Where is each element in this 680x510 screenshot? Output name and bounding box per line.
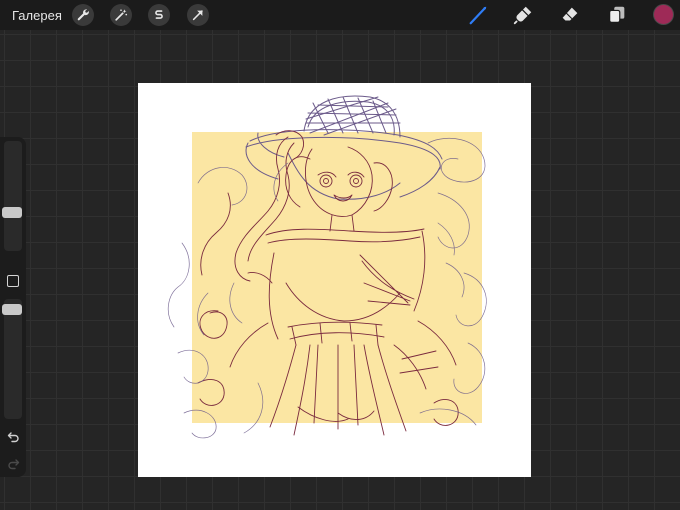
s-selection-icon bbox=[155, 10, 163, 19]
drawing-canvas[interactable] bbox=[138, 83, 531, 477]
brush-size-slider-thumb[interactable] bbox=[2, 207, 22, 219]
opacity-slider-thumb[interactable] bbox=[2, 304, 22, 316]
selection-button[interactable] bbox=[148, 4, 170, 26]
arrow-cursor-icon bbox=[192, 10, 203, 21]
procreate-app: Галерея bbox=[0, 0, 680, 510]
redo-icon bbox=[7, 459, 19, 470]
brush-tool-button[interactable] bbox=[466, 4, 490, 26]
smudge-icon bbox=[513, 6, 532, 25]
gallery-button[interactable]: Галерея bbox=[12, 8, 62, 23]
redo-button[interactable] bbox=[5, 457, 21, 471]
eraser-tool-button[interactable] bbox=[558, 4, 582, 26]
layers-icon bbox=[609, 6, 625, 23]
left-sidebar bbox=[0, 137, 26, 477]
adjustments-button[interactable] bbox=[110, 4, 132, 26]
sketch-artwork bbox=[167, 95, 487, 439]
actions-button[interactable] bbox=[72, 4, 94, 26]
layers-button[interactable] bbox=[605, 4, 629, 26]
brush-icon bbox=[469, 6, 487, 25]
undo-icon bbox=[7, 432, 19, 443]
undo-button[interactable] bbox=[5, 430, 21, 444]
color-picker-button[interactable] bbox=[654, 5, 673, 24]
top-toolbar: Галерея bbox=[0, 0, 680, 30]
magic-wand-icon bbox=[115, 9, 128, 21]
wrench-icon bbox=[77, 9, 89, 21]
brush-size-slider[interactable] bbox=[4, 141, 22, 251]
opacity-slider[interactable] bbox=[4, 299, 22, 419]
smudge-tool-button[interactable] bbox=[511, 4, 535, 26]
eraser-icon bbox=[562, 7, 578, 21]
transform-button[interactable] bbox=[187, 4, 209, 26]
modify-button[interactable] bbox=[7, 275, 19, 287]
